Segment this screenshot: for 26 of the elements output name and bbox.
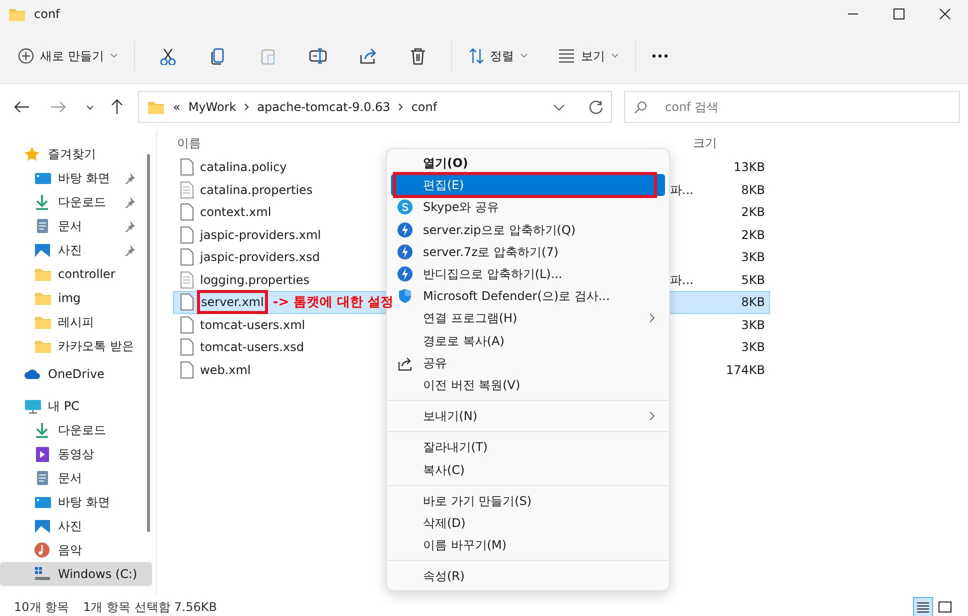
item-count: 10개 항목 [14, 599, 70, 616]
annotation-text: -> 톰캣에 대한 설정 [272, 294, 394, 312]
size-cell-text: 13KB [734, 159, 766, 176]
file-name: web.xml [200, 362, 251, 379]
selection-info: 1개 항목 선택함 7.56KB [83, 599, 217, 616]
file-name: logging.properties [200, 272, 310, 289]
size-cell-text: 3KB [741, 316, 766, 334]
type-cell: 파... [670, 272, 694, 287]
size-cell-text: 3KB [741, 249, 766, 266]
file-name: server.xml [200, 293, 265, 312]
file-name: catalina.properties [200, 182, 313, 199]
size-cell-text: 174KB [726, 362, 766, 379]
size-cell-text: 2KB [741, 204, 766, 222]
file-name: jaspic-providers.xsd [200, 249, 320, 266]
file-name: context.xml [200, 204, 272, 222]
file-name: jaspic-providers.xml [200, 226, 322, 244]
file-name: tomcat-users.xsd [200, 339, 304, 356]
type-cell: 파... [670, 182, 694, 197]
size-cell-text: 2KB [741, 226, 766, 244]
size-cell-text: 5KB [741, 272, 766, 289]
file-name: catalina.policy [200, 159, 287, 176]
size-cell-text: 8KB [741, 294, 766, 312]
file-name: tomcat-users.xml [200, 316, 306, 334]
size-cell-text: 3KB [741, 339, 766, 356]
window-title: conf [34, 6, 60, 23]
size-cell-text: 8KB [741, 182, 766, 199]
